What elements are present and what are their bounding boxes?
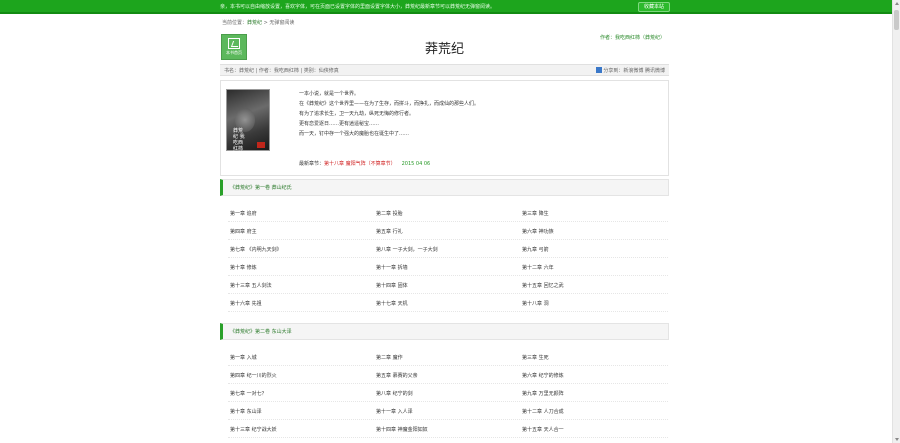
chapter-link[interactable]: 第二章 魔作	[376, 354, 403, 361]
chapter-link[interactable]: 第六章 纪宁的修炼	[522, 372, 564, 379]
chapter-link[interactable]: 第八章 一子大剑，一子大剑	[376, 246, 438, 253]
desc-line: 在《莽荒纪》这个世界里——在为了生存，而拼斗，而挣扎，而成仙的那些人们。	[299, 101, 480, 107]
cover-seal	[257, 142, 265, 148]
chapter-link[interactable]: 第十七章 天机	[376, 300, 408, 307]
chapter-link[interactable]: 第十五章 天人合一	[522, 426, 564, 433]
bookmark-site-button[interactable]: 收藏本站	[638, 2, 670, 12]
top-notice-bar: 亲，本书可以自由缩放设置，喜欢字体，可在页面已设置字体的里面设置字体大小，莽荒纪…	[0, 0, 900, 14]
chapter-link[interactable]: 第四章 纪一川的烈火	[230, 372, 277, 379]
share-label: 分享到：新浪微博 腾讯微博	[603, 68, 665, 74]
book-cover[interactable]: 莽荒纪 我吃西红柿	[226, 89, 270, 152]
share-icon	[596, 67, 603, 73]
latest-date: 2015 04 06	[401, 161, 431, 167]
volume-header: 《莽荒纪》第一卷 莽山纪氏	[220, 179, 669, 196]
table-row: 第七章 一对七？ 第八章 纪宁的剑 第九章 万里无颜阵	[228, 384, 668, 402]
table-row: 第十三章 纪宁战大妖 第十四章 神魔金阳如奴 第十五章 天人合一	[228, 420, 668, 438]
chapter-link[interactable]: 第十四章 神魔金阳如奴	[376, 426, 428, 433]
chapter-link[interactable]: 第八章 纪宁的剑	[376, 390, 413, 397]
scroll-thumb[interactable]	[894, 10, 899, 30]
chapter-link[interactable]: 第二章 投胎	[376, 210, 403, 217]
book-meta: 书名：莽荒纪 | 作者：我吃西红柿 | 类别：仙侠修真	[224, 68, 339, 74]
scroll-up-icon[interactable]	[895, 2, 899, 5]
table-row: 第四章 纪一川的烈火 第五章 慕赛的父亲 第六章 纪宁的修炼	[228, 366, 668, 384]
chapter-link[interactable]: 第一章 入城	[230, 354, 257, 361]
chapter-link[interactable]: 第十五章 回忆之武	[522, 282, 564, 289]
chapter-link[interactable]: 第十二章 人刀合成	[522, 408, 564, 415]
latest-chapter: 最新章节：第十八章 魔阳气阵（不算章节） 2015 04 06	[299, 160, 430, 167]
chapter-link[interactable]: 第六章 神功族	[522, 228, 554, 235]
chapter-link[interactable]: 第一章 追府	[230, 210, 257, 217]
chapter-link[interactable]: 第十三章 五人剑法	[230, 282, 272, 289]
chapter-link[interactable]: 第五章 慕赛的父亲	[376, 372, 418, 379]
book-intro-panel: 莽荒纪 我吃西红柿 一本小说，就是一个世界。 在《莽荒纪》这个世界里——在为了生…	[220, 80, 669, 176]
table-row: 第一章 入城 第二章 魔作 第三章 生死	[228, 348, 668, 366]
chapter-link[interactable]: 第十三章 纪宁战大妖	[230, 426, 277, 433]
table-row: 第七章 《内明九天剑》 第八章 一子大剑，一子大剑 第九章 弓箭	[228, 240, 668, 258]
author-link[interactable]: 作者：我吃西红柿（莽荒纪）	[600, 34, 665, 41]
chapter-list: 第一章 追府 第二章 投胎 第三章 降生第四章 府主 第五章 行礼 第六章 神功族第七章…	[228, 204, 668, 312]
vertical-scrollbar[interactable]	[892, 0, 900, 443]
top-notice-text: 亲，本书可以自由缩放设置，喜欢字体，可在页面已设置字体的里面设置字体大小，莽荒纪…	[220, 4, 496, 10]
chapter-list: 第一章 入城 第二章 魔作 第三章 生死第四章 纪一川的烈火 第五章 慕赛的父亲 第六章…	[228, 348, 668, 438]
chapter-link[interactable]: 第十二章 六年	[522, 264, 554, 271]
table-row: 第一章 追府 第二章 投胎 第三章 降生	[228, 204, 668, 222]
volume-title: 《莽荒纪》第二卷 东山大泽	[230, 329, 292, 335]
desc-line: 而一天，钉中存一个强大的魔胎也在诞生中了……	[299, 131, 410, 137]
chapter-link[interactable]: 第十四章 固体	[376, 282, 408, 289]
chapter-link[interactable]: 第十八章 洞	[522, 300, 549, 307]
chapter-link[interactable]: 第十一章 拆墙	[376, 264, 408, 271]
breadcrumb: 当前位置：莽荒纪 > 无弹窗阅读	[222, 19, 294, 26]
chapter-link[interactable]: 第十章 修炼	[230, 264, 257, 271]
breadcrumb-book-link[interactable]: 莽荒纪	[247, 20, 262, 26]
main-container: 当前位置：莽荒纪 > 无弹窗阅读 本书首页 莽荒纪 作者：我吃西红柿（莽荒纪） …	[220, 16, 669, 443]
volume-header: 《莽荒纪》第二卷 东山大泽	[220, 323, 669, 340]
chapter-link[interactable]: 第十一章 入人泽	[376, 408, 413, 415]
scroll-down-icon[interactable]	[895, 438, 899, 441]
book-description: 一本小说，就是一个世界。 在《莽荒纪》这个世界里——在为了生存，而拼斗，而挣扎，…	[299, 89, 659, 139]
breadcrumb-current: 无弹窗阅读	[269, 20, 295, 26]
chapter-link[interactable]: 第九章 万里无颜阵	[522, 390, 564, 397]
table-row: 第四章 府主 第五章 行礼 第六章 神功族	[228, 222, 668, 240]
chapter-link[interactable]: 第七章 《内明九天剑》	[230, 246, 282, 253]
chapter-link[interactable]: 第三章 降生	[522, 210, 549, 217]
desc-line: 有为了追求长生，卫一天九劫，纵死无悔的修行者。	[299, 111, 415, 117]
chapter-link[interactable]: 第九章 弓箭	[522, 246, 549, 253]
table-row: 第十章 东山泽 第十一章 入人泽 第十二章 人刀合成	[228, 402, 668, 420]
chapter-link[interactable]: 第十章 东山泽	[230, 408, 262, 415]
table-row: 第十三章 五人剑法 第十四章 固体 第十五章 回忆之武	[228, 276, 668, 294]
share-links[interactable]: 分享到：新浪微博 腾讯微博	[596, 67, 665, 74]
cover-title: 莽荒纪 我吃西红柿	[233, 128, 245, 152]
breadcrumb-prefix: 当前位置：	[222, 20, 248, 26]
volume-title: 《莽荒纪》第一卷 莽山纪氏	[230, 185, 292, 191]
chapter-link[interactable]: 第三章 生死	[522, 354, 549, 361]
chapter-link[interactable]: 第四章 府主	[230, 228, 257, 235]
latest-chapter-link[interactable]: 第十八章 魔阳气阵（不算章节）	[324, 161, 396, 167]
desc-line: 一本小说，就是一个世界。	[299, 91, 360, 97]
table-row: 第十章 修炼 第十一章 拆墙 第十二章 六年	[228, 258, 668, 276]
chapter-link[interactable]: 第七章 一对七？	[230, 390, 267, 397]
chapter-link[interactable]: 第十六章 先祖	[230, 300, 262, 307]
chapter-link[interactable]: 第五章 行礼	[376, 228, 403, 235]
table-row: 第十六章 先祖 第十七章 天机 第十八章 洞	[228, 294, 668, 312]
book-info-bar: 书名：莽荒纪 | 作者：我吃西红柿 | 类别：仙侠修真 分享到：新浪微博 腾讯微…	[220, 64, 669, 76]
desc-line: 更有恋爱逐日……更有逍遥秘宝……	[299, 121, 380, 127]
latest-label: 最新章节：	[299, 161, 325, 167]
